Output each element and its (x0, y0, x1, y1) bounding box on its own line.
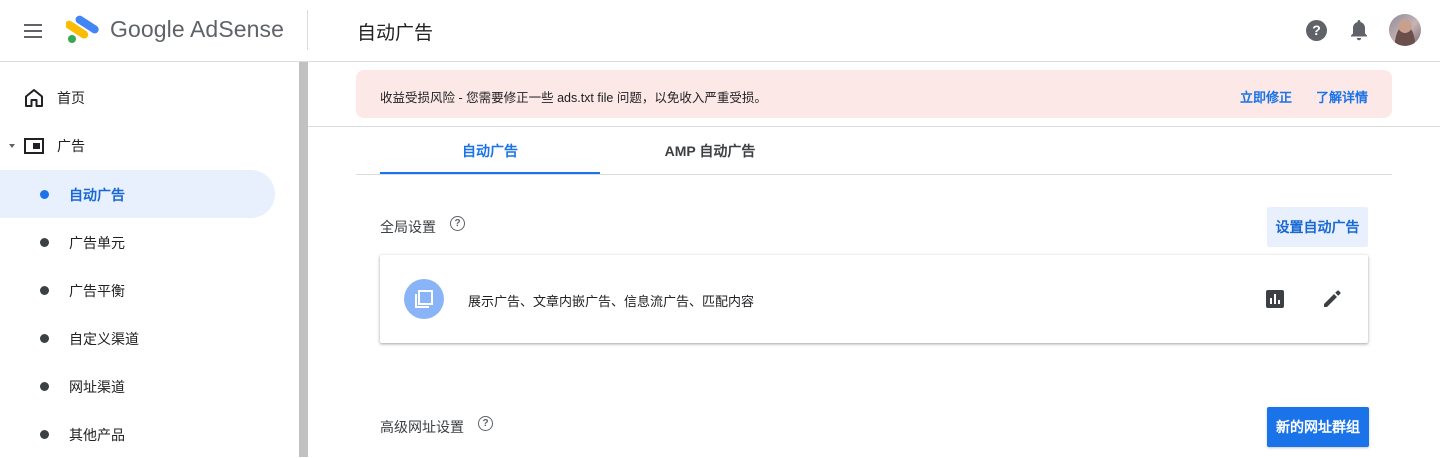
advanced-url-settings-title: 高级网址设置 (380, 419, 464, 435)
brand-name: Google AdSense (110, 16, 285, 42)
sidebar-item-label: 自定义渠道 (69, 331, 139, 347)
sidebar-item-label: 自动广告 (69, 187, 125, 203)
ad-formats-text: 展示广告、文章内嵌广告、信息流广告、匹配内容 (468, 294, 755, 309)
header-divider (307, 10, 308, 50)
sidebar-item-other-products[interactable]: 其他产品 (0, 410, 275, 458)
caret-down-icon (9, 144, 15, 148)
sidebar-item-label: 网址渠道 (69, 379, 125, 395)
bullet-icon (40, 238, 49, 247)
sidebar-item-home[interactable]: 首页 (0, 74, 299, 122)
bullet-icon (40, 430, 49, 439)
learn-more-link[interactable]: 了解详情 (1316, 87, 1368, 106)
bullet-icon (40, 190, 49, 199)
setup-auto-ads-button[interactable]: 设置自动广告 (1267, 207, 1368, 247)
home-icon (25, 89, 43, 107)
sidebar: 首页 广告 自动广告 广告单元 广告平衡 自定义渠道 网址渠道 其他产品 (0, 62, 299, 457)
sidebar-item-label: 首页 (57, 90, 85, 106)
avatar[interactable] (1389, 14, 1421, 46)
tab-auto-ads[interactable]: 自动广告 (380, 128, 600, 174)
menu-icon[interactable] (22, 20, 44, 42)
tabs-divider (356, 174, 1392, 175)
global-settings-title: 全局设置 (380, 219, 436, 235)
sidebar-item-label: 广告单元 (69, 235, 125, 251)
page-title: 自动广告 (357, 23, 434, 44)
sidebar-item-custom-channels[interactable]: 自定义渠道 (0, 314, 275, 362)
fix-now-link[interactable]: 立即修正 (1240, 87, 1292, 106)
sidebar-item-auto-ads[interactable]: 自动广告 (0, 170, 275, 218)
sidebar-item-label: 广告平衡 (69, 283, 125, 299)
bullet-icon (40, 334, 49, 343)
bullet-icon (40, 286, 49, 295)
content-divider (308, 126, 1440, 127)
notifications-icon[interactable] (1349, 18, 1369, 42)
sidebar-item-ads[interactable]: 广告 (0, 122, 299, 170)
top-app-bar: Google AdSense 自动广告 ? (0, 0, 1440, 62)
tab-amp-auto-ads[interactable]: AMP 自动广告 (600, 128, 820, 174)
global-settings-card: 展示广告、文章内嵌广告、信息流广告、匹配内容 (380, 255, 1368, 343)
ads-icon (24, 138, 44, 154)
sidebar-item-ad-units[interactable]: 广告单元 (0, 218, 275, 266)
alert-message: 收益受损风险 - 您需要修正一些 ads.txt file 问题，以免收入严重受… (380, 91, 767, 105)
sidebar-item-ad-balance[interactable]: 广告平衡 (0, 266, 275, 314)
sidebar-item-url-channels[interactable]: 网址渠道 (0, 362, 275, 410)
adsense-logo-icon (66, 15, 99, 43)
revenue-risk-alert: 收益受损风险 - 您需要修正一些 ads.txt file 问题，以免收入严重受… (356, 70, 1392, 118)
new-url-group-button[interactable]: 新的网址群组 (1267, 407, 1369, 447)
edit-icon[interactable] (1321, 288, 1343, 310)
report-icon[interactable] (1264, 288, 1286, 310)
help-icon[interactable]: ? (450, 216, 465, 231)
sidebar-scrollbar[interactable] (299, 62, 308, 457)
bullet-icon (40, 382, 49, 391)
sidebar-item-label: 广告 (57, 138, 85, 154)
help-icon[interactable]: ? (1306, 20, 1327, 41)
sidebar-item-label: 其他产品 (69, 427, 125, 443)
ad-format-icon (404, 279, 444, 319)
help-icon[interactable]: ? (478, 416, 493, 431)
